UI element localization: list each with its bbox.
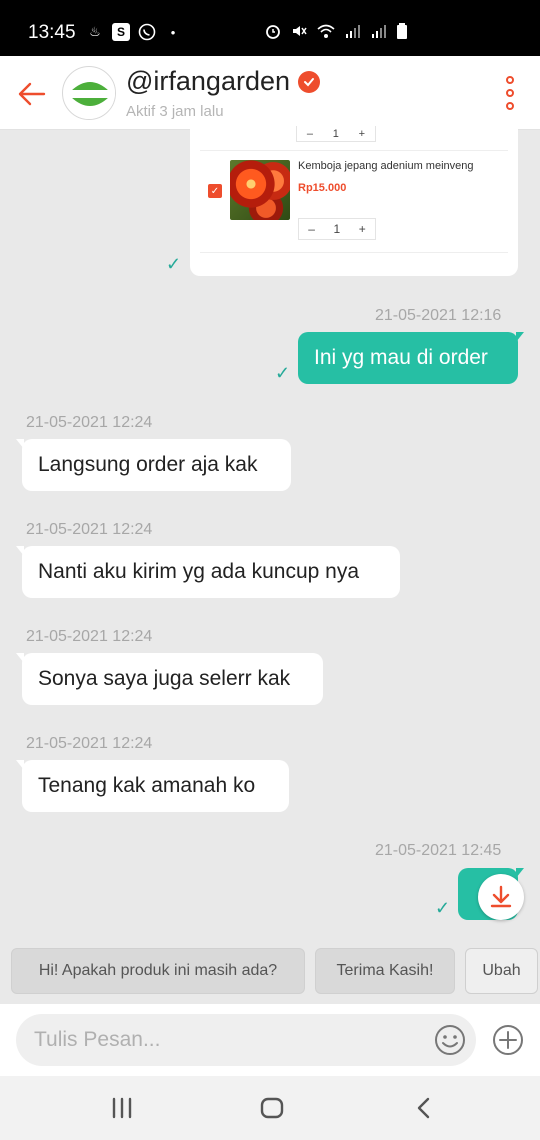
message-timestamp: 21-05-2021 12:24 bbox=[26, 628, 153, 645]
previous-item-quantity: – 1 + bbox=[296, 126, 376, 142]
product-card[interactable]: – 1 + ✓ Kemboja jepang adenium meinveng … bbox=[190, 126, 518, 276]
status-left-icons: ♨ S • bbox=[86, 23, 182, 41]
quick-replies-bar: Hi! Apakah produk ini masih ada? Terima … bbox=[0, 942, 540, 1004]
message-text: Sonya saya juga selerr kak bbox=[38, 667, 291, 690]
sent-message-bubble[interactable]: Ini yg mau di order bbox=[298, 332, 524, 384]
verified-badge-icon bbox=[298, 70, 321, 93]
quick-reply-chip[interactable]: Terima Kasih! bbox=[315, 948, 455, 994]
shop-avatar[interactable] bbox=[62, 66, 116, 120]
product-image[interactable] bbox=[230, 160, 290, 220]
message-timestamp: 21-05-2021 12:24 bbox=[26, 521, 153, 538]
chat-header: @irfangarden Aktif 3 jam lalu bbox=[0, 56, 540, 130]
message-timestamp: 21-05-2021 12:24 bbox=[26, 735, 153, 752]
message-timestamp: 21-05-2021 12:45 bbox=[375, 842, 502, 859]
message-timestamp: 21-05-2021 12:16 bbox=[375, 307, 502, 324]
read-tick-icon: ✓ bbox=[435, 898, 451, 918]
divider bbox=[200, 252, 508, 253]
decrease-button[interactable]: – bbox=[308, 222, 315, 236]
back-button[interactable] bbox=[14, 76, 50, 112]
alarm-icon bbox=[266, 25, 280, 39]
increase-button[interactable]: + bbox=[359, 222, 366, 236]
active-status: Aktif 3 jam lalu bbox=[126, 103, 224, 120]
quantity-stepper[interactable]: – 1 + bbox=[298, 218, 376, 240]
shop-logo bbox=[64, 68, 115, 119]
message-text: Langsung order aja kak bbox=[38, 453, 258, 476]
read-tick-icon: ✓ bbox=[166, 254, 182, 274]
back-nav-button[interactable] bbox=[410, 1096, 438, 1120]
s-app-icon: S bbox=[112, 23, 130, 41]
quantity-value: 1 bbox=[333, 222, 341, 236]
message-timestamp: 21-05-2021 12:24 bbox=[26, 414, 153, 431]
recent-apps-icon bbox=[112, 1097, 132, 1119]
received-message-bubble[interactable]: Langsung order aja kak bbox=[16, 439, 291, 491]
received-message-bubble[interactable]: Sonya saya juga selerr kak bbox=[16, 653, 323, 705]
back-arrow-icon bbox=[18, 82, 46, 106]
received-message-bubble[interactable]: Nanti aku kirim yg ada kuncup nya bbox=[16, 546, 400, 598]
product-price: Rp15.000 bbox=[298, 182, 347, 194]
product-name: Kemboja jepang adenium meinveng bbox=[298, 160, 474, 172]
shop-name: @irfangarden bbox=[126, 66, 291, 96]
emoji-button[interactable] bbox=[434, 1024, 466, 1056]
signal-icon bbox=[346, 25, 360, 38]
message-text: Tenang kak amanah ko bbox=[38, 774, 256, 797]
quick-reply-chip[interactable]: Hi! Apakah produk ini masih ada? bbox=[11, 948, 305, 994]
status-right-icons bbox=[264, 22, 408, 40]
message-text: Nanti aku kirim yg ada kuncup nya bbox=[38, 560, 359, 583]
divider bbox=[200, 150, 508, 151]
dot-icon: • bbox=[170, 24, 176, 40]
header-title[interactable]: @irfangarden bbox=[126, 66, 321, 97]
message-text: Ini yg mau di order bbox=[314, 346, 488, 369]
signal-icon-2 bbox=[372, 25, 386, 38]
more-dot-icon bbox=[506, 102, 514, 110]
product-checkbox[interactable]: ✓ bbox=[208, 184, 222, 198]
battery-icon bbox=[397, 23, 407, 39]
notification-app-icon: ♨ bbox=[89, 24, 101, 39]
recent-apps-button[interactable] bbox=[108, 1096, 136, 1120]
more-dot-icon bbox=[506, 76, 514, 84]
emoji-icon bbox=[435, 1025, 465, 1055]
message-input[interactable] bbox=[16, 1014, 476, 1066]
more-dot-icon bbox=[506, 89, 514, 97]
status-bar: 13:45 ♨ S • bbox=[0, 0, 540, 56]
edit-quick-replies-button[interactable]: Ubah bbox=[465, 948, 538, 994]
mute-icon bbox=[293, 26, 307, 36]
chat-area[interactable]: – 1 + ✓ Kemboja jepang adenium meinveng … bbox=[0, 126, 540, 942]
message-input-bar bbox=[0, 1004, 540, 1076]
back-nav-icon bbox=[417, 1097, 430, 1119]
download-button[interactable] bbox=[478, 874, 524, 920]
home-button[interactable] bbox=[258, 1096, 286, 1120]
read-tick-icon: ✓ bbox=[275, 363, 291, 383]
download-icon bbox=[490, 885, 512, 908]
home-icon bbox=[260, 1097, 284, 1119]
wifi-icon bbox=[317, 24, 335, 38]
status-time: 13:45 bbox=[28, 22, 76, 43]
attach-button[interactable] bbox=[492, 1024, 524, 1056]
plus-icon bbox=[493, 1025, 523, 1055]
received-message-bubble[interactable]: Tenang kak amanah ko bbox=[16, 760, 289, 812]
whatsapp-icon bbox=[138, 23, 156, 41]
more-options-button[interactable] bbox=[500, 76, 520, 110]
system-nav-bar bbox=[0, 1076, 540, 1140]
